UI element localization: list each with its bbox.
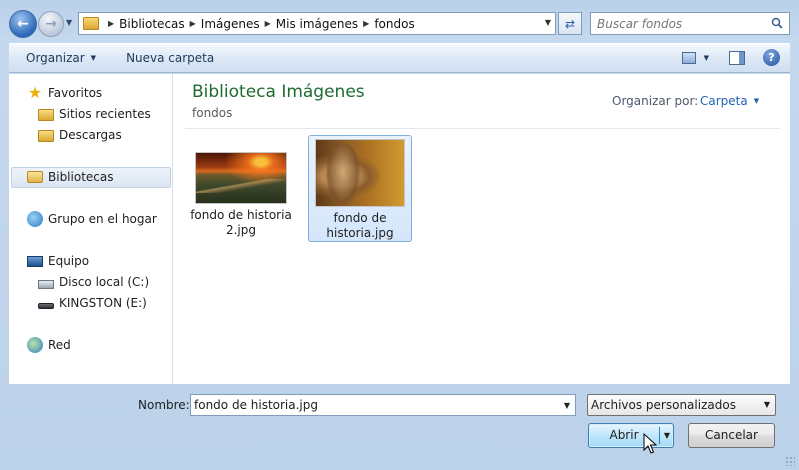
back-arrow-icon: ←: [17, 16, 29, 32]
file-name-line: fondo de historia: [190, 208, 292, 222]
nav-label: Favoritos: [48, 86, 103, 100]
caret-down-icon: ▼: [753, 97, 760, 105]
arrange-by-dropdown[interactable]: Carpeta ▼: [700, 94, 759, 108]
image-thumbnail: [315, 139, 405, 207]
cancel-button[interactable]: Cancelar: [688, 423, 775, 448]
chevron-right-icon[interactable]: ▶: [363, 19, 369, 28]
breadcrumb-imagenes[interactable]: Imágenes: [201, 17, 260, 31]
navigation-pane: ★ Favoritos Sitios recientes Descargas B…: [9, 74, 173, 384]
nav-label: Bibliotecas: [48, 170, 114, 184]
preview-pane-icon[interactable]: [729, 50, 745, 65]
file-name-label: Nombre:: [138, 398, 190, 412]
library-title: Biblioteca Imágenes: [192, 82, 365, 102]
nav-label: KINGSTON (E:): [59, 296, 147, 310]
libraries-icon: [27, 171, 43, 183]
address-dropdown-icon[interactable]: ▼: [545, 18, 551, 27]
toolbar-right: ▼ ?: [681, 49, 780, 66]
nav-item-homegroup[interactable]: Grupo en el hogar: [27, 209, 157, 229]
forward-button[interactable]: →: [38, 11, 64, 37]
open-button[interactable]: Abrir ▼: [588, 423, 674, 448]
nav-label: Red: [48, 338, 71, 352]
new-folder-button[interactable]: Nueva carpeta: [118, 51, 222, 65]
homegroup-icon: [27, 211, 43, 227]
breadcrumb-bibliotecas[interactable]: Bibliotecas: [119, 17, 184, 31]
refresh-button[interactable]: ⇄: [558, 12, 582, 35]
change-view-icon[interactable]: [681, 51, 696, 64]
nav-item-computer[interactable]: Equipo: [27, 251, 89, 271]
image-thumbnail: [195, 152, 287, 204]
file-name-line: historia.jpg: [326, 226, 394, 240]
caret-down-icon: ▼: [763, 400, 770, 409]
nav-item-usb[interactable]: KINGSTON (E:): [38, 293, 147, 313]
nav-label: Disco local (C:): [59, 275, 150, 289]
address-bar[interactable]: ▶ Bibliotecas ▶ Imágenes ▶ Mis imágenes …: [78, 12, 556, 35]
nav-item-libraries[interactable]: Bibliotecas: [27, 167, 113, 187]
file-name-combobox[interactable]: ▼: [190, 394, 576, 416]
usb-drive-icon: [38, 303, 54, 309]
content-pane: Biblioteca Imágenes fondos Organizar por…: [173, 74, 790, 384]
history-dropdown-icon[interactable]: ▼: [66, 18, 72, 27]
downloads-folder-icon: [38, 130, 54, 142]
view-options-caret-icon[interactable]: ▼: [704, 54, 709, 62]
back-button[interactable]: ←: [9, 10, 37, 38]
network-icon: [27, 337, 43, 353]
chevron-right-icon[interactable]: ▶: [265, 19, 271, 28]
content-divider: [185, 128, 780, 129]
star-icon: ★: [27, 83, 43, 102]
folder-icon: [83, 17, 99, 30]
computer-icon: [27, 256, 43, 267]
breadcrumb-fondos[interactable]: fondos: [374, 17, 414, 31]
file-open-dialog: ← → ▼ ▶ Bibliotecas ▶ Imágenes ▶ Mis imá…: [0, 0, 799, 470]
nav-label: Equipo: [48, 254, 90, 268]
help-icon[interactable]: ?: [763, 49, 780, 66]
search-input[interactable]: [597, 16, 767, 31]
file-type-value: Archivos personalizados: [591, 398, 736, 412]
file-name-line: fondo de: [333, 211, 387, 225]
search-box[interactable]: [590, 12, 790, 35]
file-name: fondo de historia 2.jpg: [189, 208, 293, 238]
file-name-dropdown-icon[interactable]: ▼: [564, 401, 570, 410]
file-item[interactable]: fondo de historia 2.jpg: [189, 152, 293, 238]
file-item-selected[interactable]: fondo de historia.jpg: [308, 135, 412, 242]
file-type-filter[interactable]: Archivos personalizados ▼: [587, 394, 776, 416]
organize-label: Organizar: [26, 51, 85, 65]
split-divider: [659, 427, 660, 444]
nav-item-local-disk[interactable]: Disco local (C:): [38, 272, 149, 292]
nav-label: Descargas: [59, 128, 122, 142]
open-options-caret-icon[interactable]: ▼: [661, 424, 673, 447]
file-name-line: 2.jpg: [225, 223, 257, 237]
breadcrumb-mis-imagenes[interactable]: Mis imágenes: [276, 17, 358, 31]
caret-down-icon: ▼: [90, 54, 97, 62]
nav-item-recent[interactable]: Sitios recientes: [38, 104, 151, 124]
command-bar: Organizar ▼ Nueva carpeta ▼ ?: [9, 43, 790, 73]
nav-label: Sitios recientes: [59, 107, 151, 121]
arrange-by-label: Organizar por:: [612, 94, 699, 108]
arrange-by-value: Carpeta: [700, 94, 748, 108]
new-folder-label: Nueva carpeta: [126, 51, 215, 65]
nav-item-network[interactable]: Red: [27, 335, 71, 355]
hard-drive-icon: [38, 279, 54, 289]
organize-button[interactable]: Organizar ▼: [18, 51, 104, 65]
forward-arrow-icon: →: [45, 16, 57, 32]
search-icon[interactable]: [771, 17, 783, 29]
mouse-cursor-icon: [643, 433, 657, 454]
file-name-input[interactable]: [191, 395, 551, 415]
resize-grip[interactable]: [785, 456, 795, 466]
file-name: fondo de historia.jpg: [309, 211, 411, 241]
nav-item-downloads[interactable]: Descargas: [38, 125, 122, 145]
chevron-right-icon[interactable]: ▶: [190, 19, 196, 28]
chevron-right-icon[interactable]: ▶: [108, 19, 114, 28]
library-subtitle: fondos: [192, 106, 233, 120]
refresh-icon: ⇄: [564, 16, 576, 31]
recent-places-icon: [38, 109, 54, 121]
nav-label: Grupo en el hogar: [48, 212, 157, 226]
nav-item-favorites[interactable]: ★ Favoritos: [27, 83, 102, 103]
